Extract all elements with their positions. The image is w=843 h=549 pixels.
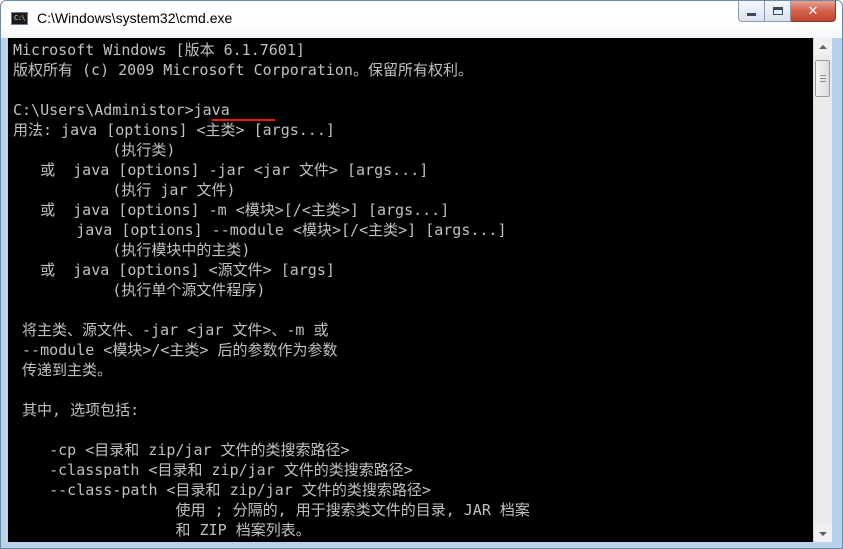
thumb-grip-line (820, 81, 826, 82)
console-line: 用法: java [options] <主类> [args...] (13, 121, 335, 139)
window-frame-right (832, 38, 842, 548)
close-icon: ✕ (807, 3, 819, 19)
console-line: 和 ZIP 档案列表。 (13, 521, 311, 539)
maximize-button[interactable] (765, 1, 791, 22)
console-line: java [options] --module <模块>[/<主类>] [arg… (13, 221, 507, 239)
console-line: -classpath <目录和 zip/jar 文件的类搜索路径> (13, 461, 413, 479)
console-line: 传递到主类。 (13, 361, 113, 379)
minimize-button[interactable] (738, 1, 765, 22)
cmd-window: C:\ C:\Windows\system32\cmd.exe ✕ Micros… (0, 0, 843, 549)
title-bar[interactable]: C:\ C:\Windows\system32\cmd.exe ✕ (1, 1, 842, 38)
console-line: (执行类) (13, 141, 176, 159)
console-line: (执行 jar 文件) (13, 181, 236, 199)
command-highlight-underline (212, 119, 275, 121)
console-line: --class-path <目录和 zip/jar 文件的类搜索路径> (13, 481, 431, 499)
console-line: C:\Users\Administor>java (13, 101, 230, 119)
thumb-grip-line (820, 78, 826, 79)
vertical-scrollbar[interactable] (813, 38, 832, 542)
cmd-app-icon-text: C:\ (14, 14, 26, 22)
cmd-app-icon[interactable]: C:\ (11, 12, 28, 25)
console-line: 版权所有 (c) 2009 Microsoft Corporation。保留所有… (13, 61, 473, 79)
scroll-up-arrow-icon (819, 44, 827, 49)
console-line: 或 java [options] <源文件> [args] (13, 261, 335, 279)
scroll-down-button[interactable] (814, 525, 832, 542)
scroll-down-arrow-icon (819, 531, 827, 536)
console-line: (执行单个源文件程序) (13, 281, 266, 299)
console-line: 其中, 选项包括: (13, 401, 140, 419)
console-text-area: Microsoft Windows [版本 6.1.7601] 版权所有 (c) … (8, 38, 813, 540)
close-button[interactable]: ✕ (791, 1, 836, 22)
console-line: Microsoft Windows [版本 6.1.7601] (13, 41, 305, 59)
console-line: 或 java [options] -m <模块>[/<主类>] [args...… (13, 201, 450, 219)
window-title: C:\Windows\system32\cmd.exe (37, 10, 233, 26)
maximize-icon (772, 7, 783, 15)
minimize-icon (747, 12, 756, 16)
console-line: --module <模块>/<主类> 后的参数作为参数 (13, 341, 338, 359)
console-line: -cp <目录和 zip/jar 文件的类搜索路径> (13, 441, 350, 459)
console-line: 将主类、源文件、-jar <jar 文件>、-m 或 (13, 321, 329, 339)
console-line: 或 java [options] -jar <jar 文件> [args...] (13, 161, 429, 179)
window-frame-bottom (1, 542, 842, 548)
scroll-up-button[interactable] (814, 38, 832, 55)
console-line: 使用 ; 分隔的, 用于搜索类文件的目录, JAR 档案 (13, 501, 530, 519)
console-line: (执行模块中的主类) (13, 241, 251, 259)
scroll-thumb[interactable] (815, 60, 830, 97)
caption-buttons: ✕ (738, 1, 836, 23)
console-output[interactable]: Microsoft Windows [版本 6.1.7601] 版权所有 (c) … (8, 38, 813, 542)
thumb-grip-line (820, 75, 826, 76)
